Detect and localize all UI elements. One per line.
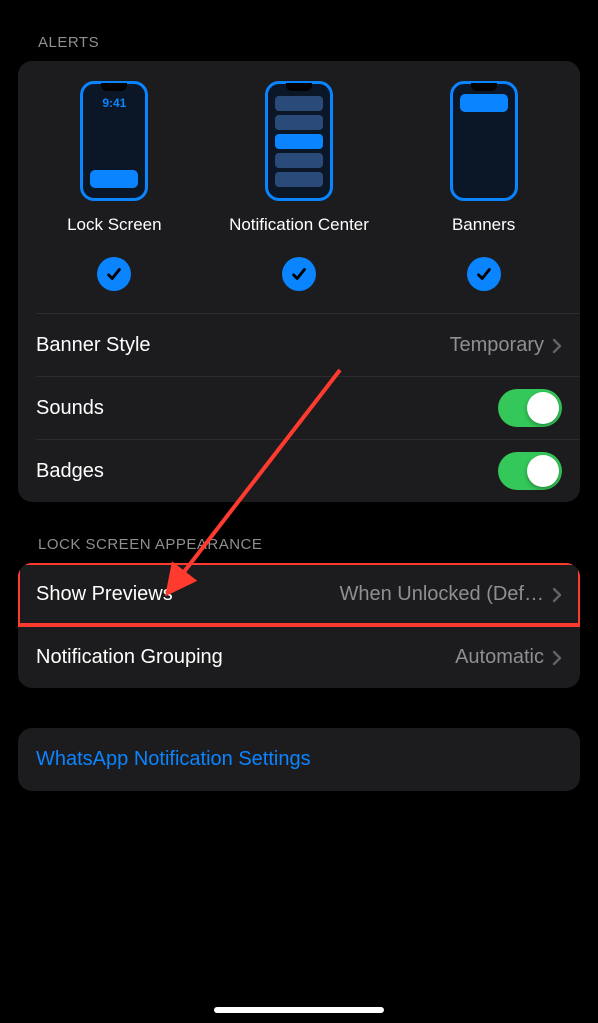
notification-center-label: Notification Center: [229, 215, 369, 235]
chevron-right-icon: [552, 586, 562, 602]
banners-label: Banners: [452, 215, 515, 235]
lock-screen-diagram: 9:41: [80, 81, 148, 201]
checkmark-icon: [290, 265, 308, 283]
show-previews-value: When Unlocked (Def…: [339, 583, 562, 606]
alert-styles-row: 9:41 Lock Screen Notification Center: [18, 61, 580, 313]
sounds-toggle[interactable]: [498, 389, 562, 427]
home-indicator[interactable]: [214, 1007, 384, 1013]
notification-center-diagram: [265, 81, 333, 201]
alert-style-banners[interactable]: Banners: [392, 81, 575, 309]
lock-screen-clock: 9:41: [83, 96, 145, 110]
alerts-section-header: ALERTS: [18, 0, 580, 61]
badges-label: Badges: [36, 460, 104, 483]
show-previews-row[interactable]: Show Previews When Unlocked (Def…: [18, 563, 580, 625]
checkmark-icon: [105, 265, 123, 283]
chevron-right-icon: [552, 649, 562, 665]
app-settings-card: WhatsApp Notification Settings: [18, 728, 580, 791]
banners-diagram: [450, 81, 518, 201]
notification-grouping-row[interactable]: Notification Grouping Automatic: [18, 626, 580, 688]
sounds-label: Sounds: [36, 397, 104, 420]
settings-screen: ALERTS 9:41 Lock Screen: [0, 0, 598, 1023]
lock-screen-appearance-header: LOCK SCREEN APPEARANCE: [18, 502, 580, 563]
alert-style-notification-center[interactable]: Notification Center: [208, 81, 391, 309]
lock-screen-checkbox[interactable]: [97, 257, 131, 291]
lock-screen-appearance-card: Show Previews When Unlocked (Def… Notifi…: [18, 563, 580, 688]
badges-toggle[interactable]: [498, 452, 562, 490]
notification-grouping-label: Notification Grouping: [36, 646, 223, 669]
whatsapp-notification-settings-link[interactable]: WhatsApp Notification Settings: [18, 728, 580, 791]
sounds-row: Sounds: [18, 377, 580, 439]
alerts-card: 9:41 Lock Screen Notification Center: [18, 61, 580, 502]
badges-row: Badges: [18, 440, 580, 502]
notification-grouping-value: Automatic: [455, 646, 562, 669]
banners-checkbox[interactable]: [467, 257, 501, 291]
lock-screen-label: Lock Screen: [67, 215, 162, 235]
banner-style-value: Temporary: [450, 334, 562, 357]
alert-style-lock-screen[interactable]: 9:41 Lock Screen: [23, 81, 206, 309]
banner-style-row[interactable]: Banner Style Temporary: [18, 314, 580, 376]
banner-style-label: Banner Style: [36, 334, 151, 357]
chevron-right-icon: [552, 337, 562, 353]
notification-center-checkbox[interactable]: [282, 257, 316, 291]
checkmark-icon: [475, 265, 493, 283]
show-previews-label: Show Previews: [36, 583, 173, 606]
